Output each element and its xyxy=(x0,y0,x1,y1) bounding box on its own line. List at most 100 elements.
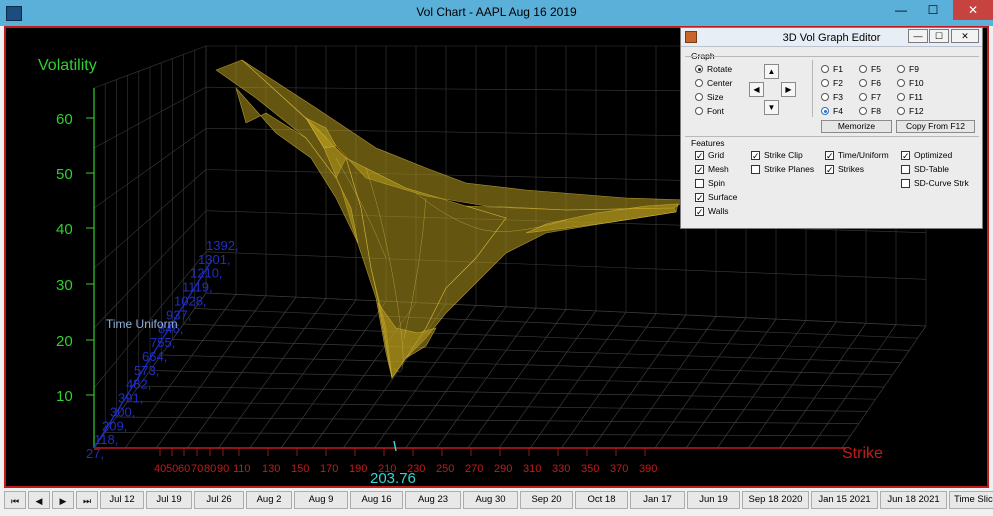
expiry-tab-jul-19[interactable]: Jul 19 xyxy=(146,491,192,509)
preset-radio-f9[interactable]: F9 xyxy=(897,64,919,74)
graph-separator xyxy=(812,60,813,117)
features-group-border xyxy=(685,136,979,137)
floor-grid-line xyxy=(116,416,859,424)
expiry-tab-bar: ⏮ ◀ ▶ ⏭ Jul 12 Jul 19 Jul 26 Aug 2 Aug 9 Aug 16 A… xyxy=(0,488,993,516)
feature-checkbox-strike-clip[interactable]: ✓ Strike Clip xyxy=(751,150,803,160)
x-tick-label: 40 xyxy=(154,463,166,475)
vol-graph-editor-dialog[interactable]: 3D Vol Graph Editor — ☐ ✕ Graph Rotate Ce… xyxy=(680,27,983,229)
next-page-button[interactable]: ▶ xyxy=(52,491,74,509)
minimize-button[interactable]: — xyxy=(886,0,916,20)
mode-radio-font[interactable]: Font xyxy=(695,106,724,116)
radio-dot xyxy=(695,107,703,115)
time-tick-label: 118, xyxy=(94,432,118,447)
preset-radio-f4[interactable]: F4 xyxy=(821,106,843,116)
expiry-tab-aug-23[interactable]: Aug 23 xyxy=(405,491,461,509)
feature-label: Optimized xyxy=(914,150,953,160)
preset-radio-f6[interactable]: F6 xyxy=(859,78,881,88)
expiry-tab-time-slice[interactable]: Time Slice xyxy=(949,491,993,509)
preset-radio-f11[interactable]: F11 xyxy=(897,92,923,102)
expiry-tab-aug-16[interactable]: Aug 16 xyxy=(350,491,403,509)
feature-checkbox-sd-curve-strk[interactable]: SD-Curve Strk xyxy=(901,178,969,188)
mode-radio-size[interactable]: Size xyxy=(695,92,724,102)
preset-radio-label: F4 xyxy=(833,106,843,116)
x-tick-label: 170 xyxy=(320,463,338,475)
x-tick-label: 390 xyxy=(639,463,657,475)
floor-grid-line xyxy=(161,354,893,376)
expiry-tab-jan-17[interactable]: Jan 17 xyxy=(630,491,685,509)
expiry-tab-sep-18-2020[interactable]: Sep 18 2020 xyxy=(742,491,809,509)
feature-checkbox-sd-table[interactable]: SD-Table xyxy=(901,164,949,174)
prev-page-button[interactable]: ◀ xyxy=(28,491,50,509)
feature-label: Time/Uniform xyxy=(838,150,889,160)
feature-checkbox-surface[interactable]: ✓ Surface xyxy=(695,192,737,202)
expiry-tab-sep-20[interactable]: Sep 20 xyxy=(520,491,573,509)
window-title: Vol Chart - AAPL Aug 16 2019 xyxy=(416,5,577,19)
x-tick-label: 330 xyxy=(552,463,570,475)
preset-radio-f12[interactable]: F12 xyxy=(897,106,924,116)
dialog-maximize-button[interactable]: ☐ xyxy=(929,29,949,43)
x-tick-label: 110 xyxy=(233,463,251,475)
expiry-tab-jun-18-2021[interactable]: Jun 18 2021 xyxy=(880,491,947,509)
mode-radio-center[interactable]: Center xyxy=(695,78,733,88)
preset-radio-label: F9 xyxy=(909,64,919,74)
feature-checkbox-strikes[interactable]: ✓ Strikes xyxy=(825,164,864,174)
arrow-down-button[interactable]: ▼ xyxy=(764,100,779,115)
feature-checkbox-walls[interactable]: ✓ Walls xyxy=(695,206,728,216)
radio-dot xyxy=(897,65,905,73)
preset-radio-f10[interactable]: F10 xyxy=(897,78,924,88)
expiry-tab-aug-2[interactable]: Aug 2 xyxy=(246,491,292,509)
preset-radio-f8[interactable]: F8 xyxy=(859,106,881,116)
x-axis-title: Strike xyxy=(842,445,883,462)
checkbox-box: ✓ xyxy=(695,150,704,161)
expiry-tab-jul-12[interactable]: Jul 12 xyxy=(100,491,144,509)
feature-label: Mesh xyxy=(708,164,729,174)
feature-checkbox-mesh[interactable]: ✓ Mesh xyxy=(695,164,729,174)
feature-label: Grid xyxy=(708,150,725,160)
x-tick-label: 310 xyxy=(523,463,541,475)
y-tick-label: 20 xyxy=(56,333,73,350)
checkbox-box xyxy=(751,164,760,174)
last-page-button[interactable]: ⏭ xyxy=(76,491,98,509)
radio-dot xyxy=(859,79,867,87)
first-page-button[interactable]: ⏮ xyxy=(4,491,26,509)
graph-group-border xyxy=(685,56,979,57)
radio-dot xyxy=(897,107,905,115)
checkbox-box: ✓ xyxy=(825,164,834,175)
expiry-tab-aug-9[interactable]: Aug 9 xyxy=(294,491,348,509)
mode-radio-label: Rotate xyxy=(707,64,733,74)
expiry-tab-jul-26[interactable]: Jul 26 xyxy=(194,491,244,509)
checkbox-box: ✓ xyxy=(751,150,760,161)
feature-checkbox-optimized[interactable]: ✓ Optimized xyxy=(901,150,952,160)
close-button[interactable]: ✕ xyxy=(953,0,993,20)
arrow-left-button[interactable]: ◀ xyxy=(749,82,764,97)
maximize-button[interactable]: ☐ xyxy=(918,0,948,20)
radio-dot xyxy=(859,93,867,101)
feature-label: SD-Curve Strk xyxy=(914,178,969,188)
time-tick-label: 300, xyxy=(110,404,135,419)
time-tick-label: 664, xyxy=(142,349,167,364)
mode-radio-rotate[interactable]: Rotate xyxy=(695,64,732,74)
preset-radio-label: F10 xyxy=(909,78,924,88)
dialog-minimize-button[interactable]: — xyxy=(908,29,928,43)
expiry-tab-jan-15-2021[interactable]: Jan 15 2021 xyxy=(811,491,878,509)
time-tick-label: 27, xyxy=(86,446,104,461)
preset-radio-f5[interactable]: F5 xyxy=(859,64,881,74)
expiry-tab-aug-30[interactable]: Aug 30 xyxy=(463,491,518,509)
feature-checkbox-time-uniform[interactable]: ✓ Time/Uniform xyxy=(825,150,889,160)
preset-radio-f7[interactable]: F7 xyxy=(859,92,881,102)
preset-radio-f1[interactable]: F1 xyxy=(821,64,843,74)
feature-checkbox-grid[interactable]: ✓ Grid xyxy=(695,150,724,160)
memorize-button[interactable]: Memorize xyxy=(821,120,892,133)
arrow-right-button[interactable]: ▶ xyxy=(781,82,796,97)
expiry-tab-oct-18[interactable]: Oct 18 xyxy=(575,491,628,509)
feature-checkbox-spin[interactable]: Spin xyxy=(695,178,725,188)
preset-radio-f2[interactable]: F2 xyxy=(821,78,843,88)
expiry-tab-jun-19[interactable]: Jun 19 xyxy=(687,491,740,509)
checkbox-box: ✓ xyxy=(695,164,704,175)
dialog-close-button[interactable]: ✕ xyxy=(951,29,979,43)
preset-radio-f3[interactable]: F3 xyxy=(821,92,843,102)
feature-checkbox-strike-planes[interactable]: Strike Planes xyxy=(751,164,814,174)
floor-grid-line xyxy=(105,432,851,437)
copy-from-f12-button[interactable]: Copy From F12 xyxy=(896,120,975,133)
arrow-up-button[interactable]: ▲ xyxy=(764,64,779,79)
